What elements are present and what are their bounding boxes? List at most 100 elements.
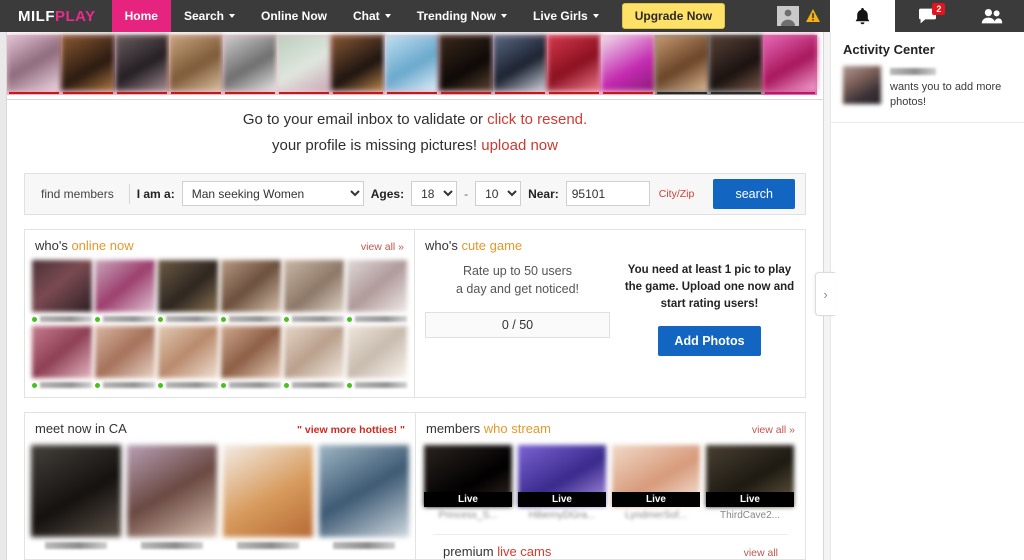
chevron-down-icon [501, 14, 508, 18]
online-member-tile[interactable] [347, 325, 407, 390]
online-status-dot [347, 316, 352, 322]
meet-now-card[interactable] [127, 444, 217, 549]
strip-thumbnail[interactable] [61, 35, 115, 95]
strip-thumbnail-underline [765, 92, 815, 94]
member-username [103, 382, 155, 388]
online-member-tile[interactable] [32, 259, 92, 324]
strip-thumbnail[interactable] [277, 35, 331, 95]
strip-thumbnail[interactable] [763, 35, 817, 95]
strip-thumbnail-image [655, 35, 709, 91]
resend-email-link[interactable]: click to resend. [487, 111, 587, 128]
nav-item-search[interactable]: Search [171, 0, 248, 32]
meet-now-card[interactable] [31, 444, 121, 549]
online-status-dot [221, 316, 226, 322]
strip-thumbnail[interactable] [223, 35, 277, 95]
stream-card[interactable]: Live Princess_S... [424, 444, 512, 521]
nav-item-chat[interactable]: Chat [340, 0, 404, 32]
stream-card[interactable]: Live ThirdCave2... [706, 444, 794, 521]
strip-thumbnail[interactable] [601, 35, 655, 95]
user-avatar-icon[interactable] [777, 6, 799, 26]
upload-now-link[interactable]: upload now [481, 137, 558, 154]
nav-item-home[interactable]: Home [111, 0, 171, 32]
validation-text-1: Go to your email inbox to validate or [242, 111, 488, 128]
age-min-select[interactable]: 18 [411, 181, 458, 206]
tab-friends[interactable] [959, 0, 1024, 32]
activity-item[interactable]: wants you to add more photos! [831, 66, 1024, 110]
online-member-tile[interactable] [95, 325, 155, 390]
validation-text-2: your profile is missing pictures! [272, 136, 482, 154]
search-button[interactable]: search [713, 178, 795, 209]
strip-thumbnail[interactable] [385, 35, 439, 95]
meet-now-header: meet now in CA " view more hotties! " [25, 413, 415, 443]
streams-panel: members who stream view all » Live Prince… [416, 411, 806, 560]
online-member-tile[interactable] [95, 259, 155, 324]
member-photo [95, 259, 155, 312]
activity-avatar [843, 66, 881, 104]
streams-view-all[interactable]: view all » [752, 424, 795, 436]
upgrade-now-button[interactable]: Upgrade Now [621, 3, 726, 29]
chevron-down-icon [384, 14, 391, 18]
tab-messages[interactable]: 2 [895, 0, 960, 32]
age-max-select[interactable]: 100 [475, 181, 522, 206]
member-meta [284, 312, 344, 324]
nav-item-online-now[interactable]: Online Now [248, 0, 340, 32]
nav-item-live-girls[interactable]: Live Girls [520, 0, 612, 32]
sidebar-toggle-handle[interactable]: › [815, 272, 835, 316]
cute-game-right: You need at least 1 pic to play the game… [610, 262, 795, 357]
meet-now-card[interactable] [319, 444, 409, 549]
activity-divider [831, 121, 1024, 123]
tab-notifications[interactable] [830, 0, 895, 32]
zip-input[interactable] [565, 181, 650, 206]
online-status-dot [158, 316, 163, 322]
view-more-hotties-link[interactable]: " view more hotties! " [297, 424, 405, 436]
premium-view-all[interactable]: view all [744, 547, 778, 559]
strip-thumbnail[interactable] [115, 35, 169, 95]
strip-thumbnail[interactable] [547, 35, 601, 95]
nav-label-search: Search [183, 9, 225, 23]
add-photos-button[interactable]: Add Photos [658, 326, 761, 357]
strip-thumbnail[interactable] [7, 35, 61, 95]
bell-icon [855, 7, 870, 24]
online-status-dot [284, 316, 289, 322]
meet-now-photo [127, 444, 217, 537]
online-status-dot [347, 382, 352, 388]
stream-card[interactable]: Live HibernyDGra... [518, 444, 606, 521]
live-badge: Live [706, 491, 794, 507]
online-now-view-all[interactable]: view all » [361, 241, 404, 253]
online-member-tile[interactable] [284, 259, 344, 324]
stream-card[interactable]: Live LyndmerSof... [612, 444, 700, 521]
member-username [103, 316, 155, 322]
online-member-tile[interactable] [221, 325, 281, 390]
strip-thumbnail-underline [117, 92, 167, 94]
member-username [355, 316, 407, 322]
strip-thumbnail[interactable] [493, 35, 547, 95]
member-username [292, 316, 344, 322]
online-member-tile[interactable] [284, 325, 344, 390]
member-meta [347, 312, 407, 324]
online-member-tile[interactable] [347, 259, 407, 324]
online-member-tile[interactable] [158, 259, 218, 324]
site-logo[interactable]: MILF PLAY [0, 0, 112, 32]
i-am-a-label: I am a: [136, 186, 175, 201]
streams-title-plain: members [426, 420, 484, 436]
meet-now-card[interactable] [223, 444, 313, 549]
warning-triangle-icon[interactable] [806, 8, 820, 24]
member-username [355, 382, 407, 388]
strip-thumbnail[interactable] [169, 35, 223, 95]
strip-thumbnail-underline [171, 92, 221, 94]
strip-thumbnail[interactable] [331, 35, 385, 95]
member-meta [158, 312, 218, 324]
member-photo [221, 259, 281, 312]
online-member-tile[interactable] [158, 325, 218, 390]
online-status-dot [158, 382, 163, 388]
chevron-right-icon: › [823, 286, 828, 302]
online-member-tile[interactable] [32, 325, 92, 390]
premium-title: premium live cams [443, 544, 551, 559]
seeking-select[interactable]: Man seeking Women [181, 181, 364, 206]
member-meta [347, 378, 407, 390]
online-member-tile[interactable] [221, 259, 281, 324]
strip-thumbnail[interactable] [709, 35, 763, 95]
nav-item-trending-now[interactable]: Trending Now [404, 0, 520, 32]
strip-thumbnail[interactable] [439, 35, 493, 95]
strip-thumbnail[interactable] [655, 35, 709, 95]
